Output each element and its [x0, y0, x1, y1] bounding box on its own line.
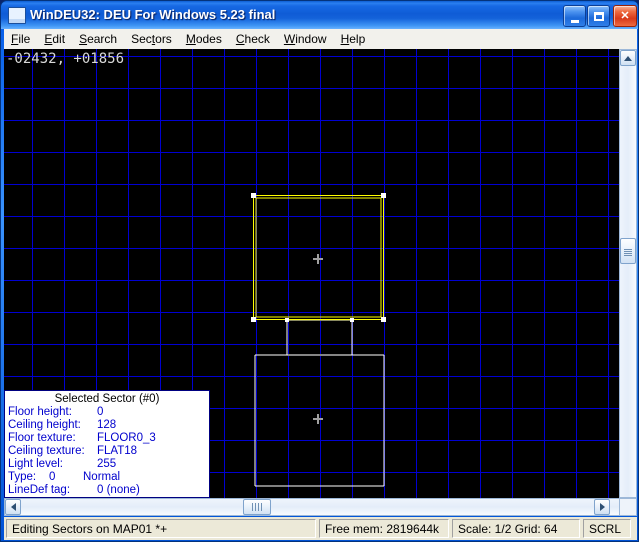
info-row-light-level: Light level: 255	[5, 458, 209, 471]
info-value-type-name: Normal	[83, 471, 121, 483]
info-row-ceiling-height: Ceiling height: 128	[5, 419, 209, 432]
scrollbar-corner	[619, 498, 637, 516]
window-icon	[8, 7, 26, 24]
info-label-floor-texture: Floor texture:	[8, 432, 76, 444]
menu-bar: File Edit Search Sectors Modes Check Win…	[4, 29, 637, 50]
menu-item-modes[interactable]: Modes	[179, 30, 229, 49]
close-icon: ✕	[620, 9, 630, 22]
chevron-right-icon	[599, 503, 605, 511]
application-window: WinDEU32: DEU For Windows 5.23 final ✕ F…	[0, 0, 639, 542]
info-row-type: Type: 0 Normal	[5, 471, 209, 484]
info-label-light-level: Light level:	[8, 458, 63, 470]
status-scale-grid: Scale: 1/2 Grid: 64	[452, 519, 580, 538]
menu-item-window[interactable]: Window	[277, 30, 334, 49]
scroll-up-button[interactable]	[620, 50, 636, 66]
info-value-ceiling-texture: FLAT18	[97, 445, 138, 457]
sector-center-markers	[313, 254, 323, 424]
selected-sector-info-panel: Selected Sector (#0) Floor height: 0 Cei…	[4, 390, 210, 498]
info-row-floor-height: Floor height: 0	[5, 406, 209, 419]
horizontal-scroll-thumb[interactable]	[243, 499, 271, 515]
info-label-floor-height: Floor height:	[8, 406, 72, 418]
scroll-grip-icon	[251, 503, 263, 511]
status-bar: Editing Sectors on MAP01 *+ Free mem: 28…	[4, 517, 637, 540]
maximize-icon	[588, 6, 609, 26]
info-row-floor-texture: Floor texture: FLOOR0_3	[5, 432, 209, 445]
status-editing-mode: Editing Sectors on MAP01 *+	[6, 519, 316, 538]
cursor-coordinates: -02432, +01856	[6, 51, 125, 67]
lower-sector	[254, 354, 385, 487]
info-row-ceiling-texture: Ceiling texture: FLAT18	[5, 445, 209, 458]
scroll-grip-icon	[624, 248, 632, 256]
title-bar[interactable]: WinDEU32: DEU For Windows 5.23 final ✕	[1, 1, 638, 29]
scroll-right-button[interactable]	[594, 499, 610, 515]
info-value-type: 0	[49, 471, 56, 483]
info-row-linedef-tag: LineDef tag: 0 (none)	[5, 484, 209, 497]
vertical-scrollbar[interactable]	[619, 49, 637, 498]
maximize-button[interactable]	[587, 5, 610, 27]
info-value-floor-texture: FLOOR0_3	[97, 432, 156, 444]
info-value-light-level: 255	[97, 458, 117, 470]
menu-item-sectors[interactable]: Sectors	[124, 30, 179, 49]
corridor-walls	[286, 320, 353, 355]
chevron-left-icon	[10, 503, 16, 511]
info-panel-title: Selected Sector (#0)	[54, 393, 160, 405]
info-label-type: Type:	[8, 471, 37, 483]
info-label-ceiling-height: Ceiling height:	[8, 419, 81, 431]
info-value-floor-height: 0	[97, 406, 104, 418]
info-value-ceiling-height: 128	[97, 419, 117, 431]
chevron-up-icon	[624, 55, 632, 61]
horizontal-scrollbar[interactable]	[4, 498, 637, 516]
info-label-linedef-tag: LineDef tag:	[8, 484, 71, 496]
minimize-button[interactable]	[563, 5, 586, 27]
info-value-linedef-tag: 0 (none)	[97, 484, 140, 496]
status-free-memory: Free mem: 2819644k	[319, 519, 449, 538]
menu-item-edit[interactable]: Edit	[37, 30, 72, 49]
map-canvas[interactable]: -02432, +01856 Selected Sector (#0) Floo…	[4, 49, 619, 498]
close-button[interactable]: ✕	[613, 5, 637, 27]
menu-item-help[interactable]: Help	[334, 30, 373, 49]
minimize-icon	[564, 6, 585, 26]
scroll-left-button[interactable]	[5, 499, 21, 515]
status-scroll-lock: SCRL	[583, 519, 631, 538]
editor-client-area: -02432, +01856 Selected Sector (#0) Floo…	[4, 49, 637, 516]
vertical-scroll-thumb[interactable]	[620, 238, 636, 264]
menu-item-check[interactable]: Check	[229, 30, 277, 49]
menu-item-file[interactable]: File	[4, 30, 37, 49]
window-title: WinDEU32: DEU For Windows 5.23 final	[30, 7, 276, 22]
info-label-ceiling-texture: Ceiling texture:	[8, 445, 85, 457]
menu-item-search[interactable]: Search	[72, 30, 124, 49]
